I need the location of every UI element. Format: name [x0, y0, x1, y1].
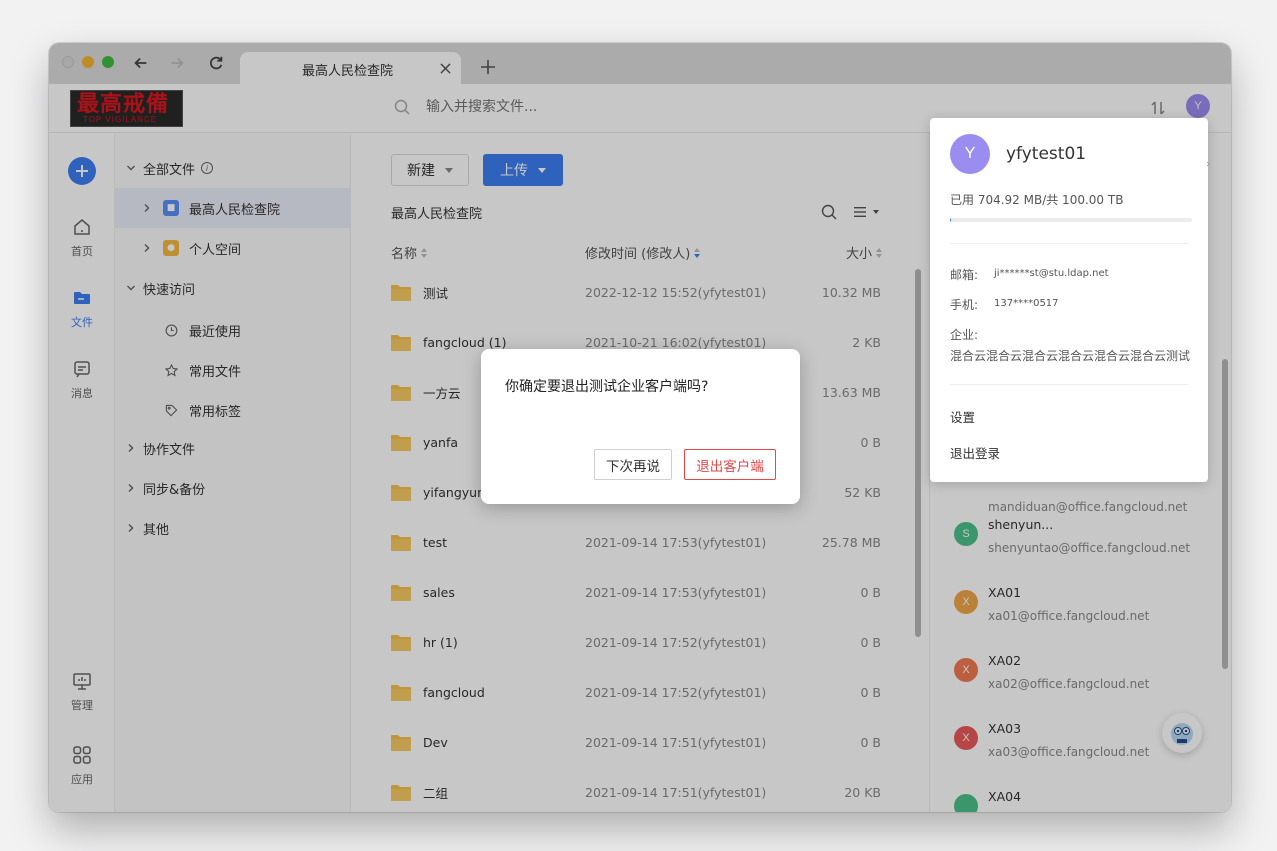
storage-quota-fill: [950, 218, 951, 222]
chevron-right-icon: ›: [1206, 157, 1211, 170]
exit-client-button[interactable]: 退出客户端: [684, 449, 776, 480]
dialog-message: 你确定要退出测试企业客户端吗?: [505, 379, 709, 395]
divider: [950, 384, 1188, 385]
storage-quota-text: 已用 704.92 MB/共 100.00 TB: [950, 193, 1124, 207]
app-window: 最高人民检查院 最高戒備 TOP VIGILANCE Y 首页: [49, 43, 1231, 812]
phone-label: 手机:: [950, 298, 979, 312]
storage-quota-bar: [950, 218, 1192, 222]
email-value: ji******st@stu.ldap.net: [994, 268, 1109, 279]
logout-link[interactable]: 退出登录: [950, 443, 1000, 462]
settings-link[interactable]: 设置: [950, 407, 975, 426]
logout-confirm-dialog: 你确定要退出测试企业客户端吗? 下次再说 退出客户端: [481, 349, 800, 504]
company-value: 混合云混合云混合云混合云混合云混合云测试: [950, 349, 1191, 363]
profile-username: yfytest01: [1006, 144, 1087, 164]
divider: [950, 243, 1188, 244]
company-label: 企业:: [950, 328, 979, 342]
profile-avatar: Y: [950, 134, 990, 174]
later-button[interactable]: 下次再说: [594, 449, 672, 480]
phone-value: 137****0517: [994, 298, 1059, 309]
profile-popover: Y yfytest01 已用 704.92 MB/共 100.00 TB 邮箱:…: [930, 118, 1208, 482]
email-label: 邮箱:: [950, 268, 979, 282]
